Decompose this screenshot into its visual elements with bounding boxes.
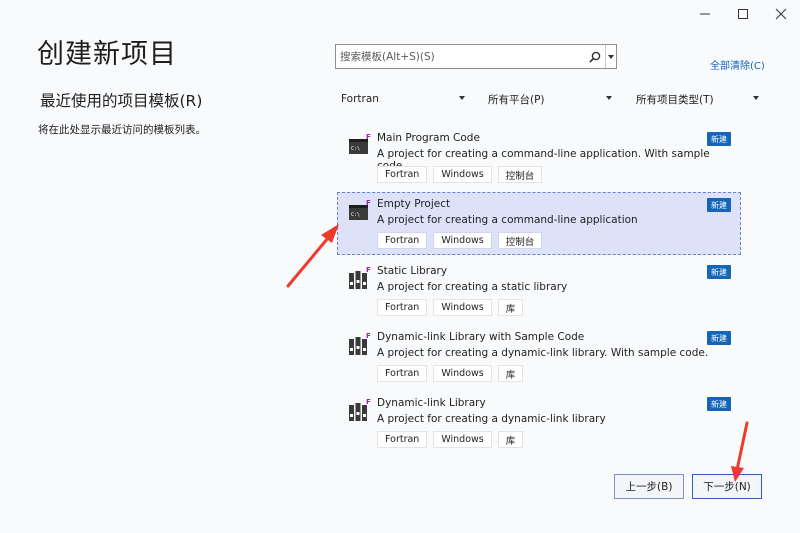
template-tag: Fortran [377, 365, 428, 382]
clear-all-link[interactable]: 全部清除(C) [710, 57, 765, 72]
svg-text:F: F [366, 332, 371, 340]
minimize-button[interactable] [686, 0, 724, 28]
svg-text:F: F [366, 266, 371, 274]
template-tag: Windows [433, 365, 492, 382]
svg-text:C:\: C:\ [351, 146, 360, 152]
template-tags: Fortran Windows 库 [377, 431, 524, 448]
caret-down-icon [459, 96, 465, 100]
caret-down-icon [753, 96, 759, 100]
template-name: Dynamic-link Library with Sample Code [377, 331, 585, 343]
maximize-icon [738, 9, 748, 19]
search-options-dropdown[interactable] [606, 45, 616, 68]
template-description: A project for creating a dynamic-link li… [377, 413, 606, 425]
template-description: A project for creating a dynamic-link li… [377, 347, 709, 359]
language-filter[interactable]: Fortran [341, 90, 465, 108]
new-badge: 新建 [707, 132, 731, 146]
template-tags: Fortran Windows 库 [377, 365, 524, 382]
caret-down-icon [606, 96, 612, 100]
template-description: A project for creating a static library [377, 281, 568, 293]
library-icon: F [349, 332, 371, 355]
search-icon [589, 51, 601, 63]
project-type-filter[interactable]: 所有项目类型(T) [636, 90, 759, 108]
template-description: A project for creating a command-line ap… [377, 214, 638, 226]
new-badge: 新建 [707, 265, 731, 279]
new-badge: 新建 [707, 397, 731, 411]
template-tag: 库 [497, 299, 524, 316]
svg-text:F: F [366, 398, 371, 406]
template-item-main-program-code[interactable]: C:\ F Main Program Code A project for cr… [337, 126, 741, 188]
console-app-icon: C:\ F [349, 133, 371, 154]
template-list: C:\ F Main Program Code A project for cr… [337, 126, 741, 457]
console-app-icon: C:\ F [349, 199, 371, 220]
library-icon: F [349, 266, 371, 289]
template-name: Dynamic-link Library [377, 397, 486, 409]
caret-down-icon [608, 54, 614, 59]
template-tag: Windows [433, 299, 492, 316]
template-name: Main Program Code [377, 132, 480, 144]
recent-templates-empty-text: 将在此处显示最近访问的模板列表。 [38, 124, 206, 136]
template-tags: Fortran Windows 控制台 [377, 166, 543, 183]
template-item-dll[interactable]: F Dynamic-link Library A project for cre… [337, 391, 741, 453]
close-icon [775, 8, 787, 20]
annotation-arrow-empty-project [286, 224, 339, 288]
template-tag: 控制台 [497, 232, 543, 249]
project-type-filter-value: 所有项目类型(T) [636, 93, 714, 106]
new-badge: 新建 [707, 331, 731, 345]
template-item-static-library[interactable]: F Static Library A project for creating … [337, 259, 741, 321]
template-name: Static Library [377, 265, 448, 277]
template-tag: Windows [433, 232, 492, 249]
template-tags: Fortran Windows 库 [377, 299, 524, 316]
template-item-empty-project[interactable]: C:\ F Empty Project A project for creati… [337, 192, 741, 255]
template-tag: Windows [433, 166, 492, 183]
svg-text:F: F [366, 133, 371, 141]
template-tags: Fortran Windows 控制台 [377, 232, 543, 249]
maximize-button[interactable] [724, 0, 762, 28]
template-tag: Fortran [377, 431, 428, 448]
search-button[interactable] [585, 45, 605, 68]
template-search-box [335, 44, 617, 69]
template-search-input[interactable] [336, 45, 585, 68]
svg-text:C:\: C:\ [351, 212, 360, 218]
page-title: 创建新项目 [37, 39, 177, 70]
template-item-dll-sample-code[interactable]: F Dynamic-link Library with Sample Code … [337, 325, 741, 387]
template-tag: Fortran [377, 166, 428, 183]
new-badge: 新建 [707, 198, 731, 212]
minimize-icon [700, 13, 710, 15]
platform-filter[interactable]: 所有平台(P) [488, 90, 612, 108]
recent-templates-title: 最近使用的项目模板(R) [40, 92, 203, 110]
template-tag: 库 [497, 431, 524, 448]
language-filter-value: Fortran [341, 93, 379, 105]
template-tag: Fortran [377, 232, 428, 249]
template-tag: 库 [497, 365, 524, 382]
back-button[interactable]: 上一步(B) [614, 474, 684, 499]
template-name: Empty Project [377, 198, 451, 210]
svg-text:F: F [366, 199, 371, 207]
template-tag: 控制台 [497, 166, 543, 183]
template-tag: Fortran [377, 299, 428, 316]
template-tag: Windows [433, 431, 492, 448]
window-controls [686, 0, 800, 28]
platform-filter-value: 所有平台(P) [488, 93, 545, 106]
library-icon: F [349, 398, 371, 421]
next-button[interactable]: 下一步(N) [692, 474, 762, 499]
close-button[interactable] [762, 0, 800, 28]
